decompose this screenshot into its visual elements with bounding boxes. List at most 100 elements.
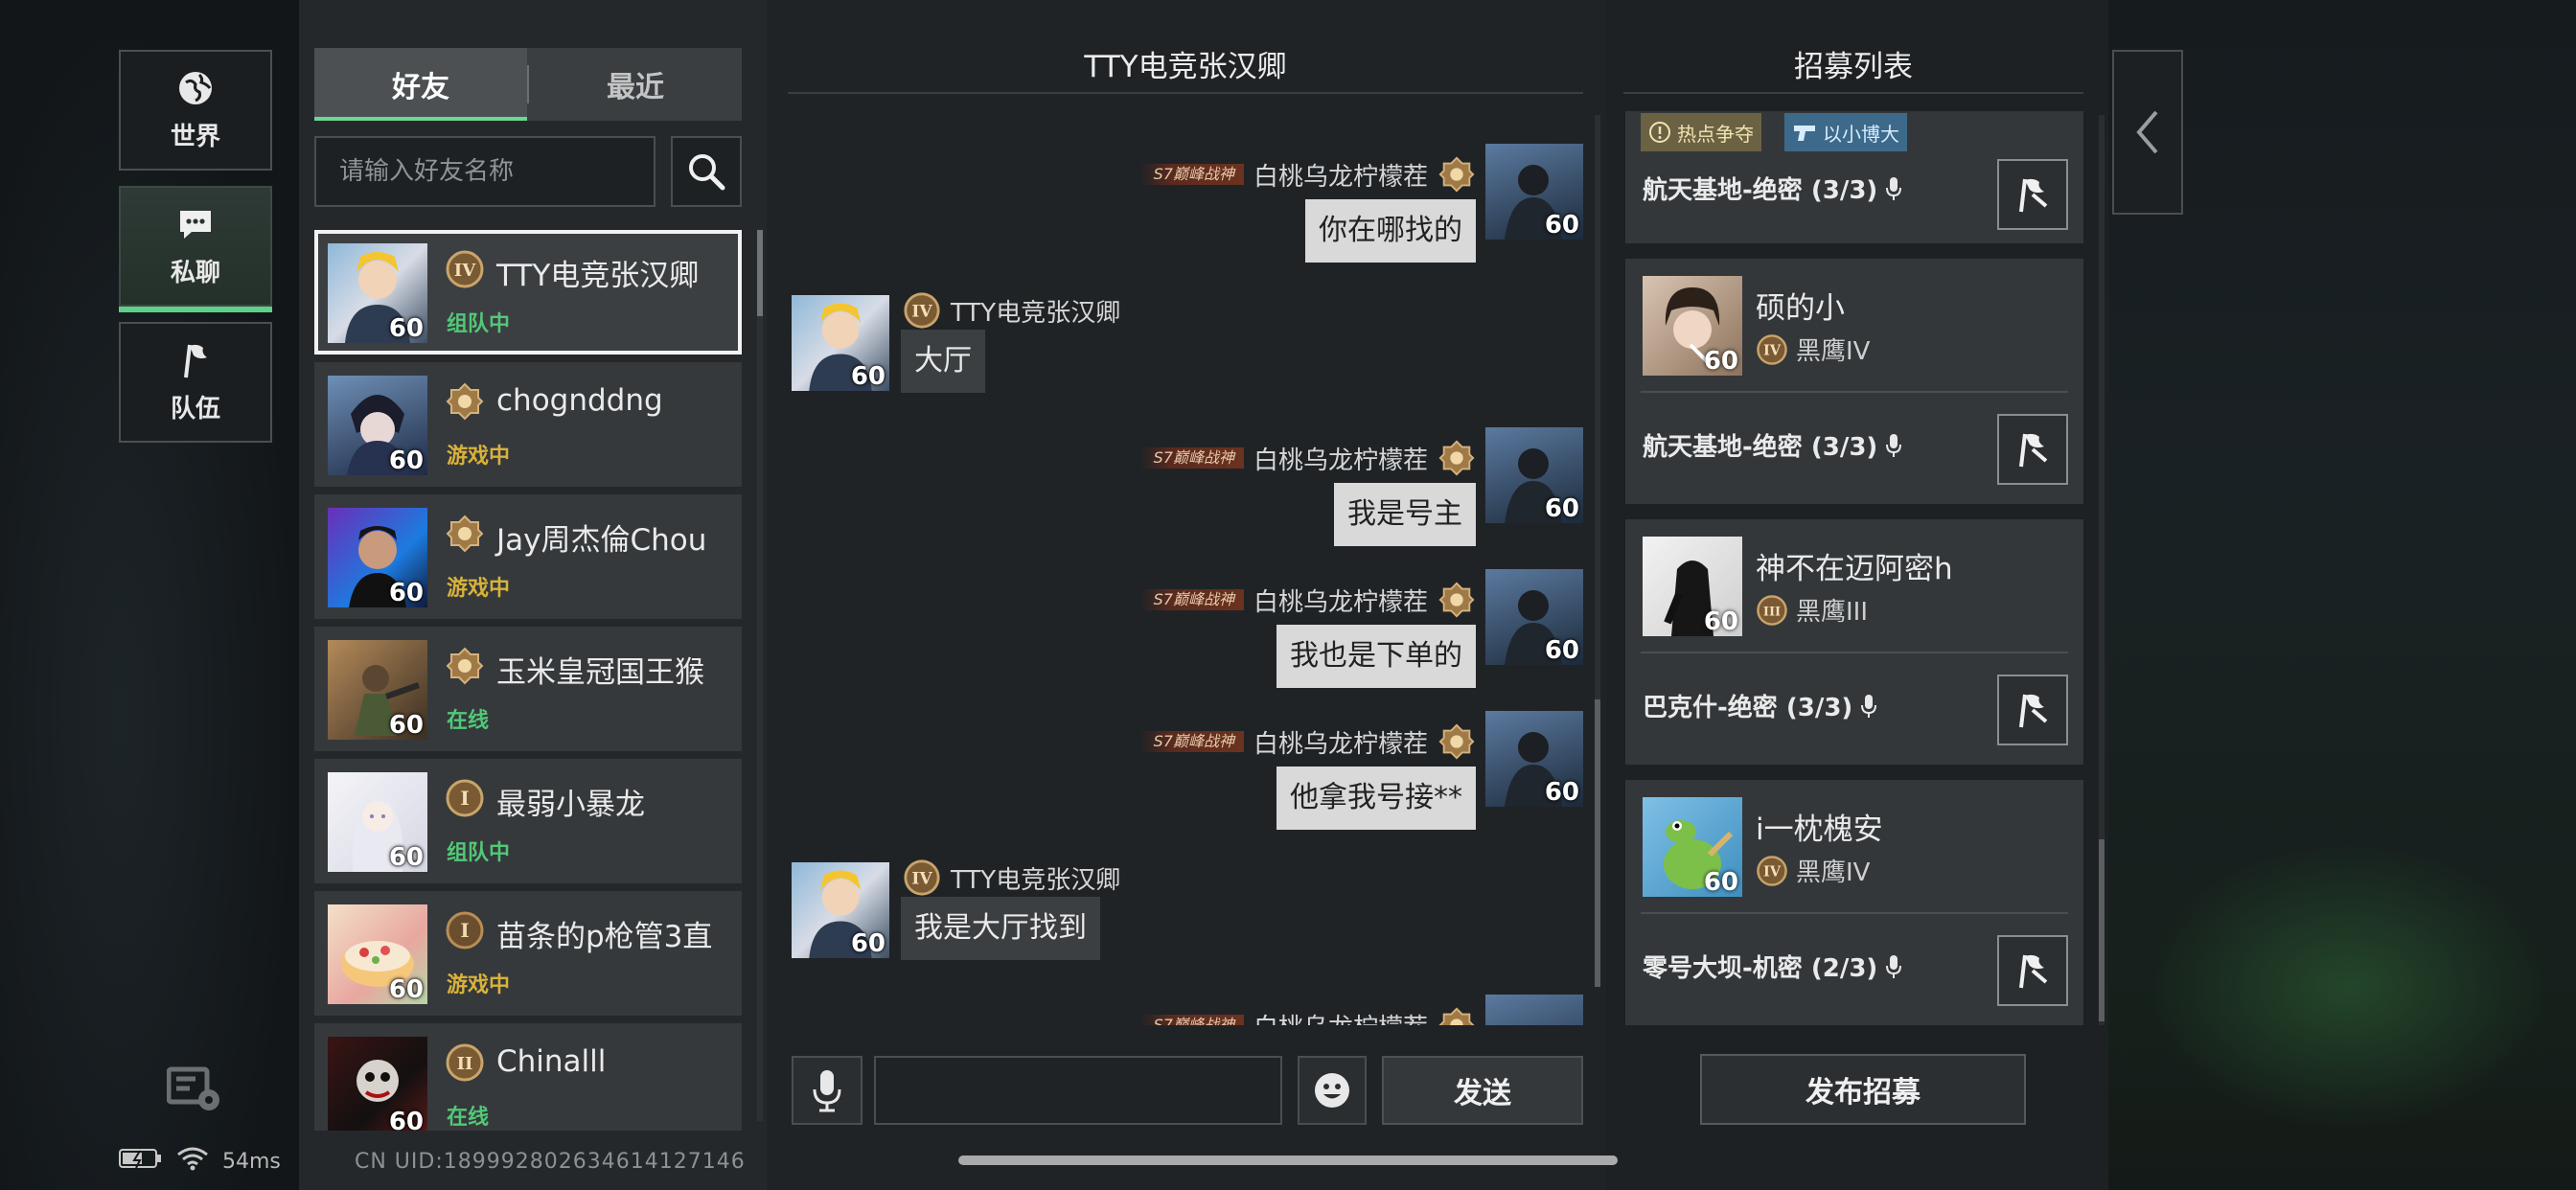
status-bar: 54ms [119, 1146, 281, 1177]
recruit-list: 热点争夺 以小博大 航天基地-绝密 (3/3) 60 硕的小 IV 黑鹰IV 航… [1625, 111, 2083, 1025]
rank-crest-icon [1438, 440, 1475, 476]
globe-icon [176, 69, 215, 107]
level-text: 60 [388, 446, 424, 475]
rank-crest-icon [1438, 582, 1475, 618]
title-badge: S7巅峰战神 [1139, 589, 1244, 610]
message-bubble: 我是大厅找到 [901, 897, 1100, 960]
rank-crest-icon [1438, 723, 1475, 760]
wifi-icon [176, 1146, 209, 1177]
sender-name: 白桃乌龙柠檬茬 [1253, 162, 1428, 192]
home-indicator[interactable] [958, 1156, 1618, 1165]
friend-name: 玉米皇冠国王猴 [496, 655, 704, 690]
friend-item[interactable]: 60 Jay周杰倫Chou 游戏中 [314, 494, 742, 619]
avatar: 60 [1643, 537, 1742, 636]
microphone-icon [1861, 694, 1877, 718]
avatar: 60 [1485, 569, 1583, 665]
level-text: 60 [1703, 607, 1738, 636]
rank-crest-icon [445, 646, 485, 686]
send-button[interactable]: 发送 [1382, 1056, 1583, 1125]
friend-list: 60 IV TTY电竞张汉卿 组队中 60 chognddng 游戏中 60 J… [314, 230, 742, 1131]
avatar: 60 [328, 640, 427, 740]
map-label: 零号大坝-机密 (2/3) [1643, 954, 1878, 983]
friend-item[interactable]: 60 玉米皇冠国王猴 在线 [314, 627, 742, 751]
rank-badge-icon: IV [904, 859, 940, 896]
message-sender: S7巅峰战神 白桃乌龙柠檬茬 [1139, 439, 1476, 477]
level-text: 60 [1703, 868, 1738, 897]
message-bubble: 我是号主 [1334, 483, 1476, 546]
level-text: 60 [850, 929, 886, 958]
friend-item[interactable]: 60 I 苗条的p枪管3直 游戏中 [314, 891, 742, 1016]
rank-badge-icon: IV [1757, 333, 1787, 365]
emoji-button[interactable] [1298, 1056, 1367, 1125]
search-button[interactable] [671, 136, 742, 207]
join-recruit-button[interactable] [1997, 675, 2068, 745]
recruit-player-rank: IV 黑鹰IV [1756, 853, 1870, 888]
rank-crest-icon [445, 514, 485, 554]
avatar: 60 [792, 862, 889, 958]
rank-label: 黑鹰III [1796, 598, 1869, 627]
rank-badge-icon: IV [1757, 855, 1787, 886]
join-recruit-button[interactable] [1997, 414, 2068, 485]
voice-input-button[interactable] [792, 1056, 862, 1125]
tag-label: 热点争夺 [1677, 122, 1754, 146]
card-divider [1641, 652, 2068, 653]
map-label: 航天基地-绝密 (3/3) [1643, 176, 1878, 205]
title-badge: S7巅峰战神 [1139, 731, 1244, 752]
avatar: 60 [1643, 797, 1742, 897]
microphone-icon [1886, 433, 1902, 457]
level-text: 60 [1544, 636, 1579, 665]
chat-message-incoming: 60 IV TTY电竞张汉卿 我是大厅找到 [788, 858, 1583, 964]
sender-name: 白桃乌龙柠檬茬 [1253, 729, 1428, 759]
friend-list-scroll-thumb[interactable] [757, 230, 763, 316]
chat-message-outgoing: S7巅峰战神 白桃乌龙柠檬茬 60 我也是下单的 [788, 567, 1583, 692]
tab-friends[interactable]: 好友 [314, 48, 527, 121]
avatar: 60 [1485, 427, 1583, 523]
avatar: 60 [1485, 711, 1583, 807]
chat-scroll-thumb[interactable] [1595, 699, 1600, 987]
tab-recent[interactable]: 最近 [529, 48, 742, 121]
friend-status: 组队中 [447, 841, 511, 865]
chat-title-divider [788, 92, 1583, 94]
friend-list-scrollbar[interactable] [757, 230, 763, 1121]
avatar: 60 [328, 376, 427, 475]
message-bubble: 我也是下单的 [1276, 625, 1476, 688]
collapse-panel-button[interactable] [2112, 50, 2183, 215]
recruit-map: 航天基地-绝密 (3/3) [1643, 171, 1902, 206]
rank-label: 黑鹰IV [1796, 337, 1871, 366]
recruit-card: 60 i一枕槐安 IV 黑鹰IV 零号大坝-机密 (2/3) [1625, 780, 2083, 1025]
level-text: 60 [388, 975, 424, 1004]
friend-name: Chinalll [496, 1044, 607, 1079]
rank-crest-icon [445, 381, 485, 422]
avatar: 60 [328, 904, 427, 1004]
recruit-scroll-thumb[interactable] [2099, 839, 2104, 1021]
nav-world-button[interactable]: 世界 [119, 50, 272, 171]
sender-name: TTY电竞张汉卿 [951, 865, 1121, 895]
recruit-player-name: 神不在迈阿密h [1756, 552, 1953, 586]
nav-private-chat-button[interactable]: 私聊 [119, 186, 272, 312]
sender-name: 白桃乌龙柠檬茬 [1254, 1008, 1428, 1026]
nav-team-button[interactable]: 队伍 [119, 322, 272, 443]
join-recruit-button[interactable] [1997, 159, 2068, 230]
recruit-map: 航天基地-绝密 (3/3) [1643, 427, 1902, 463]
avatar: 60 [328, 1037, 427, 1131]
level-text: 60 [388, 843, 424, 872]
level-text: 60 [1544, 778, 1579, 807]
friend-item[interactable]: 60 II Chinalll 在线 [314, 1023, 742, 1131]
message-sender: IV TTY电竞张汉卿 [903, 291, 1120, 330]
svg-text:IV: IV [911, 870, 932, 889]
publish-recruit-button[interactable]: 发布招募 [1700, 1054, 2026, 1125]
settings-icon[interactable] [166, 1065, 224, 1115]
join-recruit-button[interactable] [1997, 935, 2068, 1006]
rank-crest-icon [1438, 156, 1475, 193]
rank-badge-icon: I [445, 778, 485, 818]
friend-item[interactable]: 60 IV TTY电竞张汉卿 组队中 [314, 230, 742, 355]
search-icon [689, 154, 725, 191]
svg-text:IV: IV [1763, 863, 1782, 880]
friend-item[interactable]: 60 I 最弱小暴龙 组队中 [314, 759, 742, 883]
nav-private-chat-label: 私聊 [170, 258, 220, 287]
avatar [1485, 995, 1583, 1025]
nav-world-label: 世界 [170, 122, 220, 151]
friend-search-input[interactable] [314, 136, 656, 207]
chat-message-input[interactable] [874, 1056, 1282, 1125]
friend-item[interactable]: 60 chognddng 游戏中 [314, 362, 742, 487]
